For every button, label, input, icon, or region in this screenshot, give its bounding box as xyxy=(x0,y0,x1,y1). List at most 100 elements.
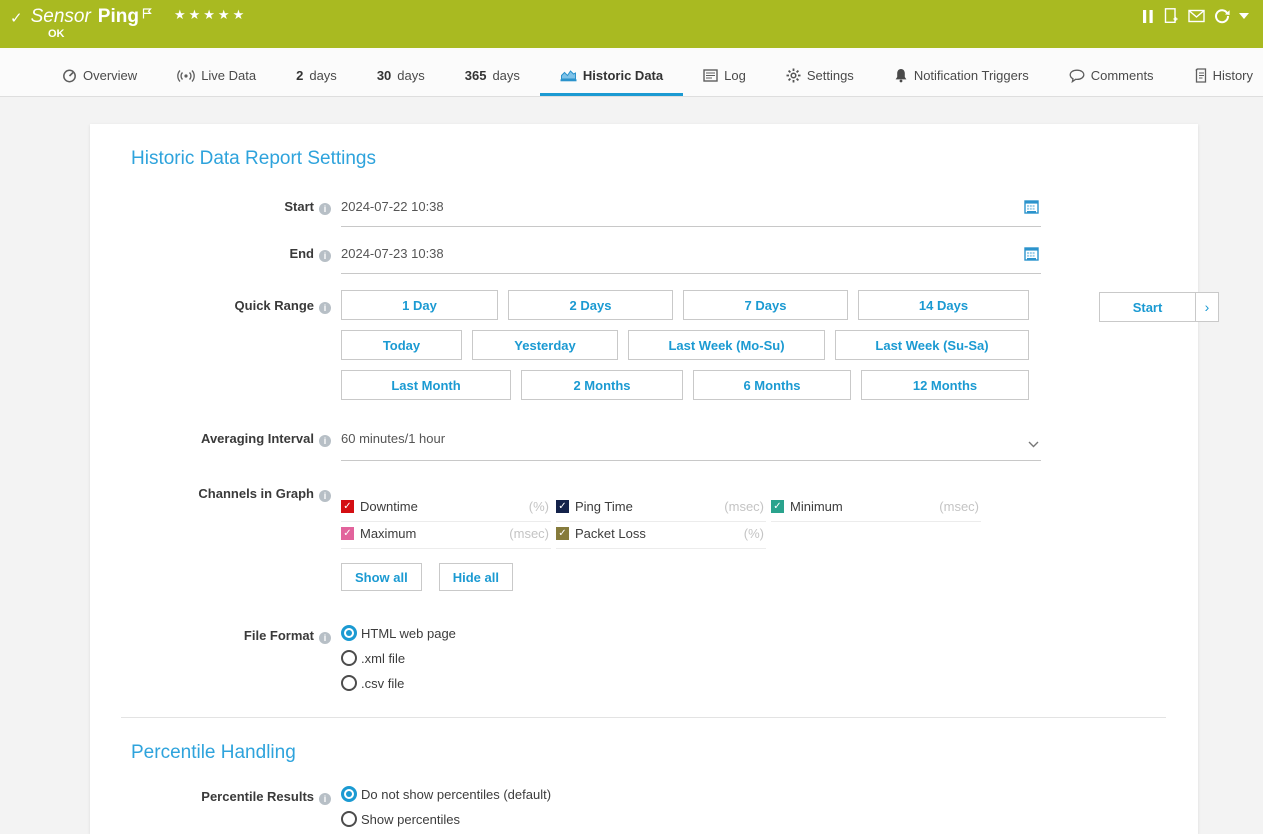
file-format-label: File Format xyxy=(244,628,314,643)
calendar-icon[interactable] xyxy=(1024,246,1039,266)
percentile-results-row: Percentile Results Do not show percentil… xyxy=(131,786,1198,827)
area-chart-icon xyxy=(560,69,577,82)
priority-stars[interactable]: ★★★★★ xyxy=(174,7,247,23)
header-action-icons xyxy=(1142,8,1249,24)
radio-selected-icon xyxy=(341,786,357,802)
file-format-xml-option[interactable]: .xml file xyxy=(341,650,1041,666)
quick-range-last-week-su-sa[interactable]: Last Week (Su-Sa) xyxy=(835,330,1029,360)
quick-range-last-month[interactable]: Last Month xyxy=(341,370,511,400)
pause-icon[interactable] xyxy=(1142,9,1154,24)
broadcast-icon xyxy=(177,69,195,83)
sensor-title-row: ✓ Sensor Ping ★★★★★ xyxy=(10,6,247,28)
sensor-tabbar: Overview Live Data 2days 30days 365days … xyxy=(0,48,1263,97)
tab-2-days[interactable]: 2days xyxy=(276,68,357,96)
percentile-hide-option[interactable]: Do not show percentiles (default) xyxy=(341,786,1041,802)
radio-unselected-icon xyxy=(341,811,357,827)
averaging-interval-label: Averaging Interval xyxy=(201,431,314,446)
info-icon[interactable] xyxy=(319,250,331,262)
info-icon[interactable] xyxy=(319,302,331,314)
checkbox-checked-icon[interactable] xyxy=(556,527,569,540)
run-report-split-button: Start › xyxy=(1099,292,1219,322)
section-divider xyxy=(121,717,1166,718)
radio-selected-icon xyxy=(341,625,357,641)
tab-settings[interactable]: Settings xyxy=(766,68,874,96)
tab-overview[interactable]: Overview xyxy=(42,68,157,96)
email-icon[interactable] xyxy=(1188,9,1205,23)
history-icon xyxy=(1194,68,1207,83)
info-icon[interactable] xyxy=(319,632,331,644)
run-report-start-button[interactable]: Start xyxy=(1099,292,1196,322)
percentile-show-option[interactable]: Show percentiles xyxy=(341,811,1041,827)
chevron-down-icon xyxy=(1028,435,1039,453)
show-all-button[interactable]: Show all xyxy=(341,563,422,591)
channel-packet-loss: Packet Loss (%) xyxy=(556,522,766,549)
run-report-chevron-button[interactable]: › xyxy=(1195,292,1219,322)
tab-history[interactable]: History xyxy=(1174,68,1263,96)
quick-range-yesterday[interactable]: Yesterday xyxy=(472,330,618,360)
radio-unselected-icon xyxy=(341,675,357,691)
checkbox-checked-icon[interactable] xyxy=(341,500,354,513)
gear-icon xyxy=(786,68,801,83)
tab-historic-data[interactable]: Historic Data xyxy=(540,68,683,96)
flag-icon[interactable] xyxy=(142,6,152,24)
hide-all-button[interactable]: Hide all xyxy=(439,563,513,591)
quick-range-7-days[interactable]: 7 Days xyxy=(683,290,848,320)
add-report-icon[interactable] xyxy=(1163,8,1179,24)
sensor-name: Ping xyxy=(98,6,139,28)
file-format-row: File Format HTML web page .xml file .csv… xyxy=(131,625,1198,691)
start-date-row: Start 2024-07-22 10:38 xyxy=(131,196,1198,227)
caret-down-icon[interactable] xyxy=(1239,13,1249,19)
quick-range-2-days[interactable]: 2 Days xyxy=(508,290,673,320)
end-date-input[interactable]: 2024-07-23 10:38 xyxy=(341,243,1041,274)
file-format-html-option[interactable]: HTML web page xyxy=(341,625,1041,641)
quick-range-12-months[interactable]: 12 Months xyxy=(861,370,1029,400)
status-ok-check-icon: ✓ xyxy=(10,9,23,27)
start-date-input[interactable]: 2024-07-22 10:38 xyxy=(341,196,1041,227)
checkbox-checked-icon[interactable] xyxy=(556,500,569,513)
percentile-results-label: Percentile Results xyxy=(201,789,314,804)
channel-checkbox-grid: Downtime (%) Ping Time (msec) Minimum (m… xyxy=(341,495,982,549)
calendar-icon[interactable] xyxy=(1024,199,1039,219)
historic-data-form-panel: Historic Data Report Settings Start 2024… xyxy=(90,124,1198,834)
sensor-type-label: Sensor xyxy=(31,6,91,28)
tab-30-days[interactable]: 30days xyxy=(357,68,445,96)
info-icon[interactable] xyxy=(319,435,331,447)
quick-range-6-months[interactable]: 6 Months xyxy=(693,370,851,400)
tab-log[interactable]: Log xyxy=(683,68,766,96)
file-format-csv-option[interactable]: .csv file xyxy=(341,675,1041,691)
quick-range-14-days[interactable]: 14 Days xyxy=(858,290,1029,320)
bell-icon xyxy=(894,68,908,83)
checkbox-checked-icon[interactable] xyxy=(771,500,784,513)
info-icon[interactable] xyxy=(319,490,331,502)
averaging-interval-select[interactable]: 60 minutes/1 hour xyxy=(341,428,1041,461)
averaging-interval-row: Averaging Interval 60 minutes/1 hour xyxy=(131,428,1198,461)
quick-range-today[interactable]: Today xyxy=(341,330,462,360)
info-icon[interactable] xyxy=(319,793,331,805)
sensor-status-badge: OK xyxy=(48,28,65,40)
checkbox-checked-icon[interactable] xyxy=(341,527,354,540)
quick-range-1-day[interactable]: 1 Day xyxy=(341,290,498,320)
quick-range-row: Quick Range 1 Day 2 Days 7 Days 14 Days … xyxy=(131,290,1198,400)
channel-downtime: Downtime (%) xyxy=(341,495,551,522)
channel-ping-time: Ping Time (msec) xyxy=(556,495,766,522)
sensor-header: ✓ Sensor Ping ★★★★★ OK xyxy=(0,0,1263,48)
radio-unselected-icon xyxy=(341,650,357,666)
tab-notification-triggers[interactable]: Notification Triggers xyxy=(874,68,1049,96)
info-icon[interactable] xyxy=(319,203,331,215)
tab-365-days[interactable]: 365days xyxy=(445,68,540,96)
channel-empty-cell xyxy=(771,522,981,549)
tab-comments[interactable]: Comments xyxy=(1049,68,1174,96)
channel-minimum: Minimum (msec) xyxy=(771,495,981,522)
gauge-icon xyxy=(62,68,77,83)
end-date-row: End 2024-07-23 10:38 xyxy=(131,243,1198,274)
quick-range-2-months[interactable]: 2 Months xyxy=(521,370,683,400)
refresh-icon[interactable] xyxy=(1214,8,1230,24)
log-icon xyxy=(703,69,718,82)
channel-maximum: Maximum (msec) xyxy=(341,522,551,549)
end-label: End xyxy=(289,246,314,261)
start-label: Start xyxy=(284,199,314,214)
quick-range-last-week-mo-su[interactable]: Last Week (Mo-Su) xyxy=(628,330,825,360)
quick-range-label: Quick Range xyxy=(235,298,314,313)
channels-in-graph-label: Channels in Graph xyxy=(198,486,314,501)
tab-live-data[interactable]: Live Data xyxy=(157,68,276,96)
